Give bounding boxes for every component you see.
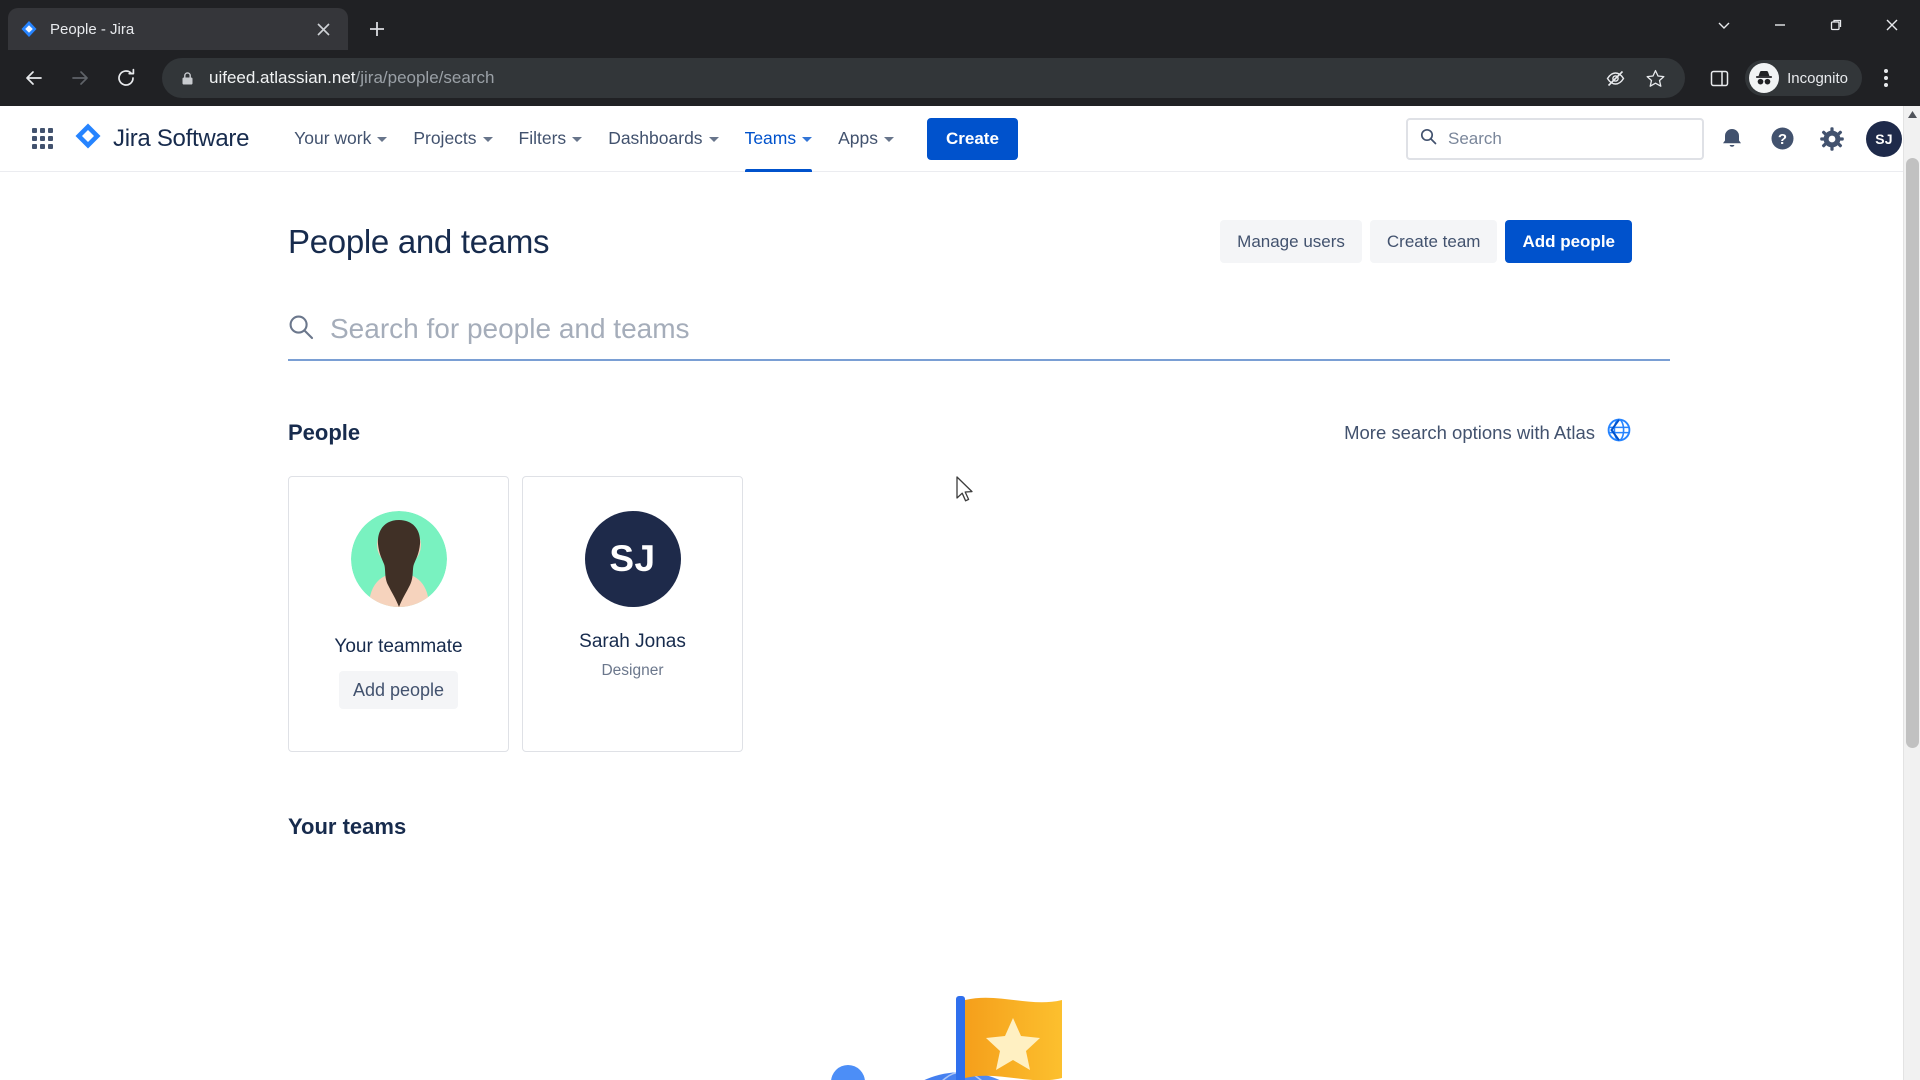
chevron-down-icon [572,137,583,142]
page-title: People and teams [288,222,550,260]
create-team-button[interactable]: Create team [1369,220,1498,263]
scroll-up-arrow-icon[interactable] [1904,106,1920,123]
nav-item-label: Teams [744,128,797,148]
kebab-menu-icon[interactable] [1866,58,1906,98]
star-icon[interactable] [1637,60,1673,96]
card-add-people-button[interactable]: Add people [338,671,459,709]
nav-item-label: Projects [413,128,477,148]
atlas-link-label: More search options with Atlas [1344,421,1595,443]
browser-toolbar: uifeed.atlassian.net/jira/people/search [0,50,1920,106]
incognito-profile-button[interactable]: Incognito [1745,60,1862,96]
nav-item-apps[interactable]: Apps [825,106,907,172]
side-panel-icon[interactable] [1699,58,1739,98]
reload-icon[interactable] [106,58,146,98]
browser-tab[interactable]: People - Jira [8,8,348,50]
lock-icon [180,71,195,86]
nav-item-label: Dashboards [608,128,703,148]
search-icon [1420,128,1437,150]
nav-search-placeholder: Search [1448,128,1502,148]
chevron-down-icon [377,137,388,142]
close-icon[interactable] [310,16,336,42]
nav-item-dashboards[interactable]: Dashboards [595,106,731,172]
page-viewport: Jira Software Your work Projects Filters… [0,106,1920,1080]
address-bar[interactable]: uifeed.atlassian.net/jira/people/search [162,58,1686,98]
window-controls [1696,0,1920,50]
jira-favicon [20,20,38,38]
person-name: Your teammate [334,636,463,657]
tab-strip: People - Jira [0,0,1920,50]
search-icon [288,314,314,345]
chevron-down-icon[interactable] [1696,0,1752,50]
notifications-icon[interactable] [1710,117,1754,161]
minimize-icon[interactable] [1752,0,1808,50]
people-section-header: People More search options with Atlas [288,417,1632,448]
teams-section-title: Your teams [288,814,407,839]
nav-item-label: Your work [294,128,372,148]
jira-logo-icon [74,122,102,155]
tab-title: People - Jira [50,20,135,38]
plus-icon[interactable] [360,12,394,46]
arrow-left-icon[interactable] [14,58,54,98]
nav-items: Your work Projects Filters Dashboards Te… [281,106,907,172]
page-actions: Manage users Create team Add people [1220,220,1632,263]
scrollbar-thumb[interactable] [1906,158,1919,748]
nav-item-teams[interactable]: Teams [732,106,826,172]
avatar: SJ [584,511,681,607]
create-button[interactable]: Create [927,117,1018,160]
people-search-field[interactable]: Search for people and teams [288,313,1670,361]
person-card[interactable]: Your teammate Add people [288,476,509,752]
nav-item-label: Filters [518,128,567,148]
settings-gear-icon[interactable] [1810,117,1854,161]
person-name: Sarah Jonas [579,631,686,652]
chevron-down-icon [482,137,493,142]
add-people-button[interactable]: Add people [1505,220,1632,263]
incognito-icon [1749,63,1780,93]
arrow-right-icon [60,58,100,98]
brand-text: Jira Software [113,124,250,152]
page-scrollbar[interactable] [1903,106,1920,1080]
browser-chrome: People - Jira uifeed.atlassian.net/jira/… [0,0,1920,106]
url-host: uifeed.atlassian.net [209,68,356,87]
globe-flag-network-illustration [730,986,1190,1080]
nav-search-field[interactable]: Search [1406,117,1704,160]
chevron-down-icon [802,137,813,142]
manage-users-button[interactable]: Manage users [1220,220,1362,263]
page-header-row: People and teams Manage users Create tea… [288,220,1632,263]
nav-right-actions: Search ? SJ [1406,117,1902,161]
people-search-placeholder: Search for people and teams [330,313,690,344]
chevron-down-icon [708,137,719,142]
url-text: uifeed.atlassian.net/jira/people/search [209,68,494,88]
svg-text:?: ? [1777,131,1786,148]
close-icon[interactable] [1864,0,1920,50]
restore-icon[interactable] [1808,0,1864,50]
nav-item-projects[interactable]: Projects [400,106,505,172]
jira-top-navigation: Jira Software Your work Projects Filters… [0,106,1920,172]
apps-grid-icon[interactable] [20,117,64,161]
chevron-down-icon [884,137,894,142]
people-cards: Your teammate Add people SJ Sarah Jonas … [288,476,1632,752]
avatar[interactable]: SJ [1866,120,1902,157]
page-content: People and teams Manage users Create tea… [0,172,1920,1080]
teammate-illustration-avatar [350,511,447,612]
person-role: Designer [601,662,664,679]
incognito-label: Incognito [1787,69,1848,87]
eye-slash-icon[interactable] [1597,60,1633,96]
nav-item-label: Apps [838,128,878,148]
jira-brand[interactable]: Jira Software [74,122,249,155]
people-section-title: People [288,419,361,445]
help-icon[interactable]: ? [1760,117,1804,161]
nav-item-your-work[interactable]: Your work [281,106,400,172]
person-card[interactable]: SJ Sarah Jonas Designer [522,476,743,752]
url-path: /jira/people/search [355,68,495,87]
omnibox-actions [1597,60,1677,96]
atlas-search-options-link[interactable]: More search options with Atlas [1344,417,1632,448]
atlas-globe-icon [1606,417,1632,448]
nav-item-filters[interactable]: Filters [506,106,596,172]
